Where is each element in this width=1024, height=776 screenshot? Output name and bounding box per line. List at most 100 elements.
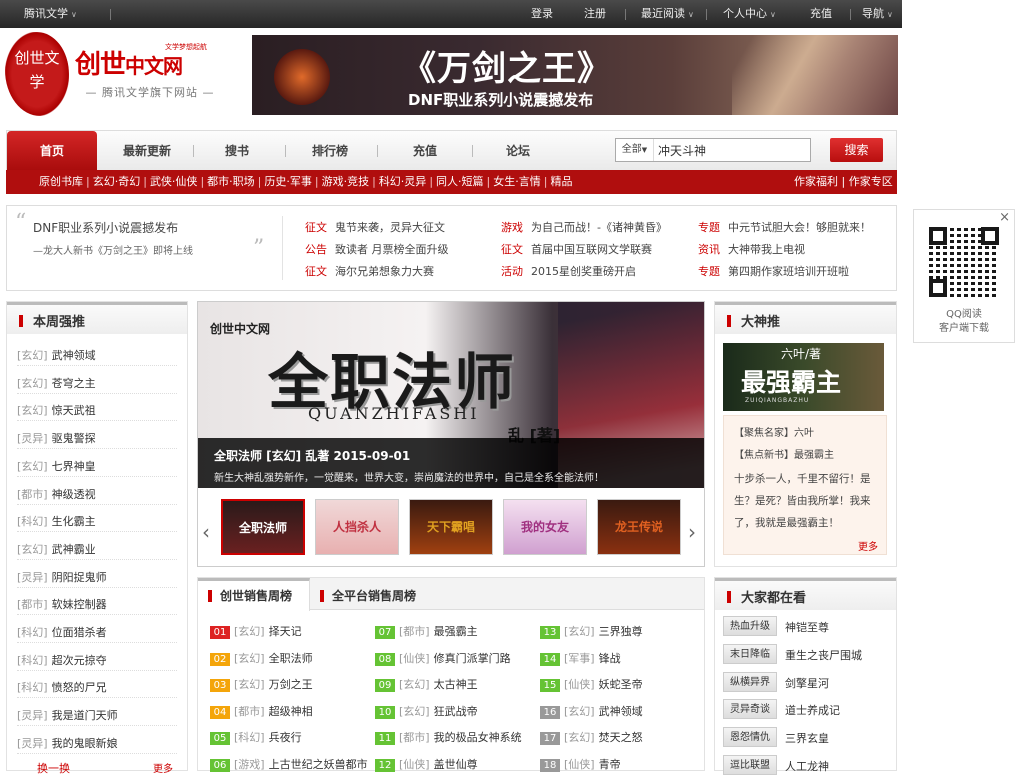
navigate-menu[interactable]: 导航 ∨ xyxy=(862,0,893,28)
genre-tag[interactable]: 逗比联盟 xyxy=(723,755,777,775)
tab-search-books[interactable]: 搜书 xyxy=(202,131,272,171)
list-item[interactable]: [科幻] 愤怒的尸兄 xyxy=(17,679,107,695)
list-item[interactable]: [灵异] 我是道门天师 xyxy=(17,707,118,723)
author-welfare-link[interactable]: 作家福利 xyxy=(794,175,838,188)
category-link[interactable]: 科幻·灵异 xyxy=(379,175,427,188)
news-item[interactable]: 专题 第四期作家班培训开班啦 xyxy=(698,263,849,279)
rank-item[interactable]: 12 [仙侠] 盖世仙尊 xyxy=(375,756,478,772)
genre-tag[interactable]: 恩怨情仇 xyxy=(723,727,777,748)
category-link[interactable]: 游戏·竞技 xyxy=(322,175,370,188)
genre-tag[interactable]: 热血升级 xyxy=(723,616,777,636)
carousel-thumbnail[interactable]: 全职法师 xyxy=(221,499,305,555)
list-item[interactable]: [科幻] 生化霸主 xyxy=(17,513,96,529)
news-item[interactable]: 专题 中元节试胆大会！够胆就来！ xyxy=(698,219,871,235)
next-arrow-icon[interactable]: › xyxy=(688,520,696,544)
rank-item[interactable]: 13 [玄幻] 三界独尊 xyxy=(540,623,643,639)
carousel-thumbnail[interactable]: 人挡杀人 xyxy=(315,499,399,555)
recent-reading-menu[interactable]: 最近阅读 ∨ xyxy=(641,0,694,28)
tab-rankings[interactable]: 排行榜 xyxy=(295,131,365,171)
news-item[interactable]: 资讯 大神带我上电视 xyxy=(698,241,805,257)
category-link[interactable]: 玄幻·奇幻 xyxy=(93,175,141,188)
category-link[interactable]: 历史·军事 xyxy=(264,175,312,188)
list-item[interactable]: [玄幻] 武神霸业 xyxy=(17,541,96,557)
rank-item[interactable]: 06 [游戏] 上古世纪之妖兽都市 xyxy=(210,756,368,772)
search-button[interactable]: 搜索 xyxy=(830,138,883,162)
list-item[interactable]: [灵异] 我的鬼眼新娘 xyxy=(17,735,118,751)
list-item[interactable]: [都市] 神级透视 xyxy=(17,486,96,502)
genre-tag[interactable]: 灵异奇谈 xyxy=(723,699,777,720)
carousel-thumbnail[interactable]: 我的女友 xyxy=(503,499,587,555)
news-item[interactable]: 游戏 为自己而战！-《诸神黄昏》 xyxy=(501,219,667,235)
rank-item[interactable]: 03 [玄幻] 万剑之王 xyxy=(210,676,313,693)
feature-cover[interactable]: 创世中文网 全职法师 QUANZHIFASHI 乱 [著] 全职法师 [玄幻] … xyxy=(198,302,704,488)
list-item[interactable]: [玄幻] 惊天武祖 xyxy=(17,402,96,418)
tab-all-platform-weekly[interactable]: 全平台销售周榜 xyxy=(318,581,468,611)
list-item[interactable]: [灵异] 阴阳捉鬼师 xyxy=(17,569,107,585)
list-item[interactable]: [科幻] 位面猎杀者 xyxy=(17,624,107,640)
rank-item[interactable]: 17 [玄幻] 焚天之怒 xyxy=(540,729,643,746)
tab-recharge[interactable]: 充值 xyxy=(390,131,460,171)
register-link[interactable]: 注册 xyxy=(584,0,606,28)
rank-item[interactable]: 14 [军事] 锋战 xyxy=(540,650,621,666)
list-item[interactable]: [玄幻] 苍穹之主 xyxy=(17,375,96,391)
book-title[interactable]: 人工龙神 xyxy=(785,758,829,774)
list-item[interactable]: [都市] 软妹控制器 xyxy=(17,596,107,612)
rank-item[interactable]: 11 [都市] 我的极品女神系统 xyxy=(375,729,522,746)
list-item[interactable]: [玄幻] 七界神皇 xyxy=(17,458,96,474)
category-link[interactable]: 都市·职场 xyxy=(207,175,255,188)
rank-item[interactable]: 16 [玄幻] 武神领域 xyxy=(540,703,643,719)
author-book-cover[interactable]: 六叶/著 最强霸主 ZUIQIANGBAZHU xyxy=(723,343,884,411)
qr-code-image[interactable] xyxy=(929,227,999,297)
search-scope-select[interactable]: 全部▼ xyxy=(616,139,654,161)
top-banner[interactable]: 《万剑之王》 DNF职业系列小说震撼发布 xyxy=(252,35,898,115)
personal-center-menu[interactable]: 个人中心 ∨ xyxy=(723,0,776,28)
list-item[interactable]: [玄幻] 武神领域 xyxy=(17,347,96,363)
news-item[interactable]: 征文 首届中国互联网文学联赛 xyxy=(501,241,652,257)
category-link[interactable]: 原创书库 xyxy=(39,175,83,188)
recharge-link[interactable]: 充值 xyxy=(810,0,832,28)
search-input[interactable] xyxy=(658,141,806,159)
book-title[interactable]: 剑擎星河 xyxy=(785,675,829,691)
category-link[interactable]: 女生·言情 xyxy=(493,175,541,188)
genre-tag[interactable]: 纵横异界 xyxy=(723,671,777,692)
rank-item[interactable]: 07 [都市] 最强霸主 xyxy=(375,623,478,639)
book-title[interactable]: 三界玄皇 xyxy=(785,730,829,746)
book-title[interactable]: 道士养成记 xyxy=(785,702,840,718)
rank-item[interactable]: 04 [都市] 超级神相 xyxy=(210,703,313,719)
rank-item[interactable]: 09 [玄幻] 太古神王 xyxy=(375,676,478,693)
rank-item[interactable]: 05 [科幻] 兵夜行 xyxy=(210,729,302,746)
news-item[interactable]: 征文 海尔兄弟想象力大赛 xyxy=(305,263,434,279)
rank-item[interactable]: 02 [玄幻] 全职法师 xyxy=(210,650,313,666)
refresh-button[interactable]: 换一换 xyxy=(37,760,70,776)
tab-forum[interactable]: 论坛 xyxy=(483,131,553,171)
list-item[interactable]: [灵异] 驱鬼警探 xyxy=(17,430,96,446)
book-title[interactable]: 神铠至尊 xyxy=(785,619,829,635)
book-title[interactable]: 重生之丧尸围城 xyxy=(785,647,862,663)
tab-chuangshi-weekly[interactable]: 创世销售周榜 xyxy=(198,578,310,611)
category-link[interactable]: 精品 xyxy=(550,175,572,188)
category-link[interactable]: 同人·短篇 xyxy=(436,175,484,188)
rank-item[interactable]: 10 [玄幻] 狂武战帝 xyxy=(375,703,478,719)
more-link[interactable]: 更多 xyxy=(858,538,878,553)
rank-item[interactable]: 15 [仙侠] 妖蛇圣帝 xyxy=(540,676,643,693)
list-item[interactable]: [科幻] 超次元掠夺 xyxy=(17,652,107,668)
news-item[interactable]: 活动 2015星创奖重磅开启 xyxy=(501,263,636,279)
carousel-thumbnail[interactable]: 龙王传说 xyxy=(597,499,681,555)
site-logo[interactable]: 创世文学 创世中文网 文学梦想起航 — 腾讯文学旗下网站 — xyxy=(5,30,240,120)
news-item[interactable]: 公告 致读者 月票榜全面升级 xyxy=(305,241,449,257)
rank-item[interactable]: 01 [玄幻] 择天记 xyxy=(210,623,302,639)
news-item[interactable]: 征文 鬼节来袭，灵异大征文 xyxy=(305,219,445,235)
close-icon[interactable]: × xyxy=(999,210,1010,225)
tab-latest[interactable]: 最新更新 xyxy=(107,131,187,171)
headline-quote[interactable]: DNF职业系列小说震撼发布 xyxy=(33,219,178,236)
author-zone-link[interactable]: 作家专区 xyxy=(849,175,893,188)
prev-arrow-icon[interactable]: ‹ xyxy=(202,520,210,544)
genre-tag[interactable]: 末日降临 xyxy=(723,643,777,664)
rank-item[interactable]: 18 [仙侠] 青帝 xyxy=(540,756,621,772)
carousel-thumbnail[interactable]: 天下霸唱 xyxy=(409,499,493,555)
category-link[interactable]: 武侠·仙侠 xyxy=(150,175,198,188)
brand-menu[interactable]: 腾讯文学 ∨ xyxy=(24,0,77,28)
tab-home[interactable]: 首页 xyxy=(7,131,97,171)
login-link[interactable]: 登录 xyxy=(531,0,553,28)
rank-item[interactable]: 08 [仙侠] 修真门派掌门路 xyxy=(375,650,511,666)
